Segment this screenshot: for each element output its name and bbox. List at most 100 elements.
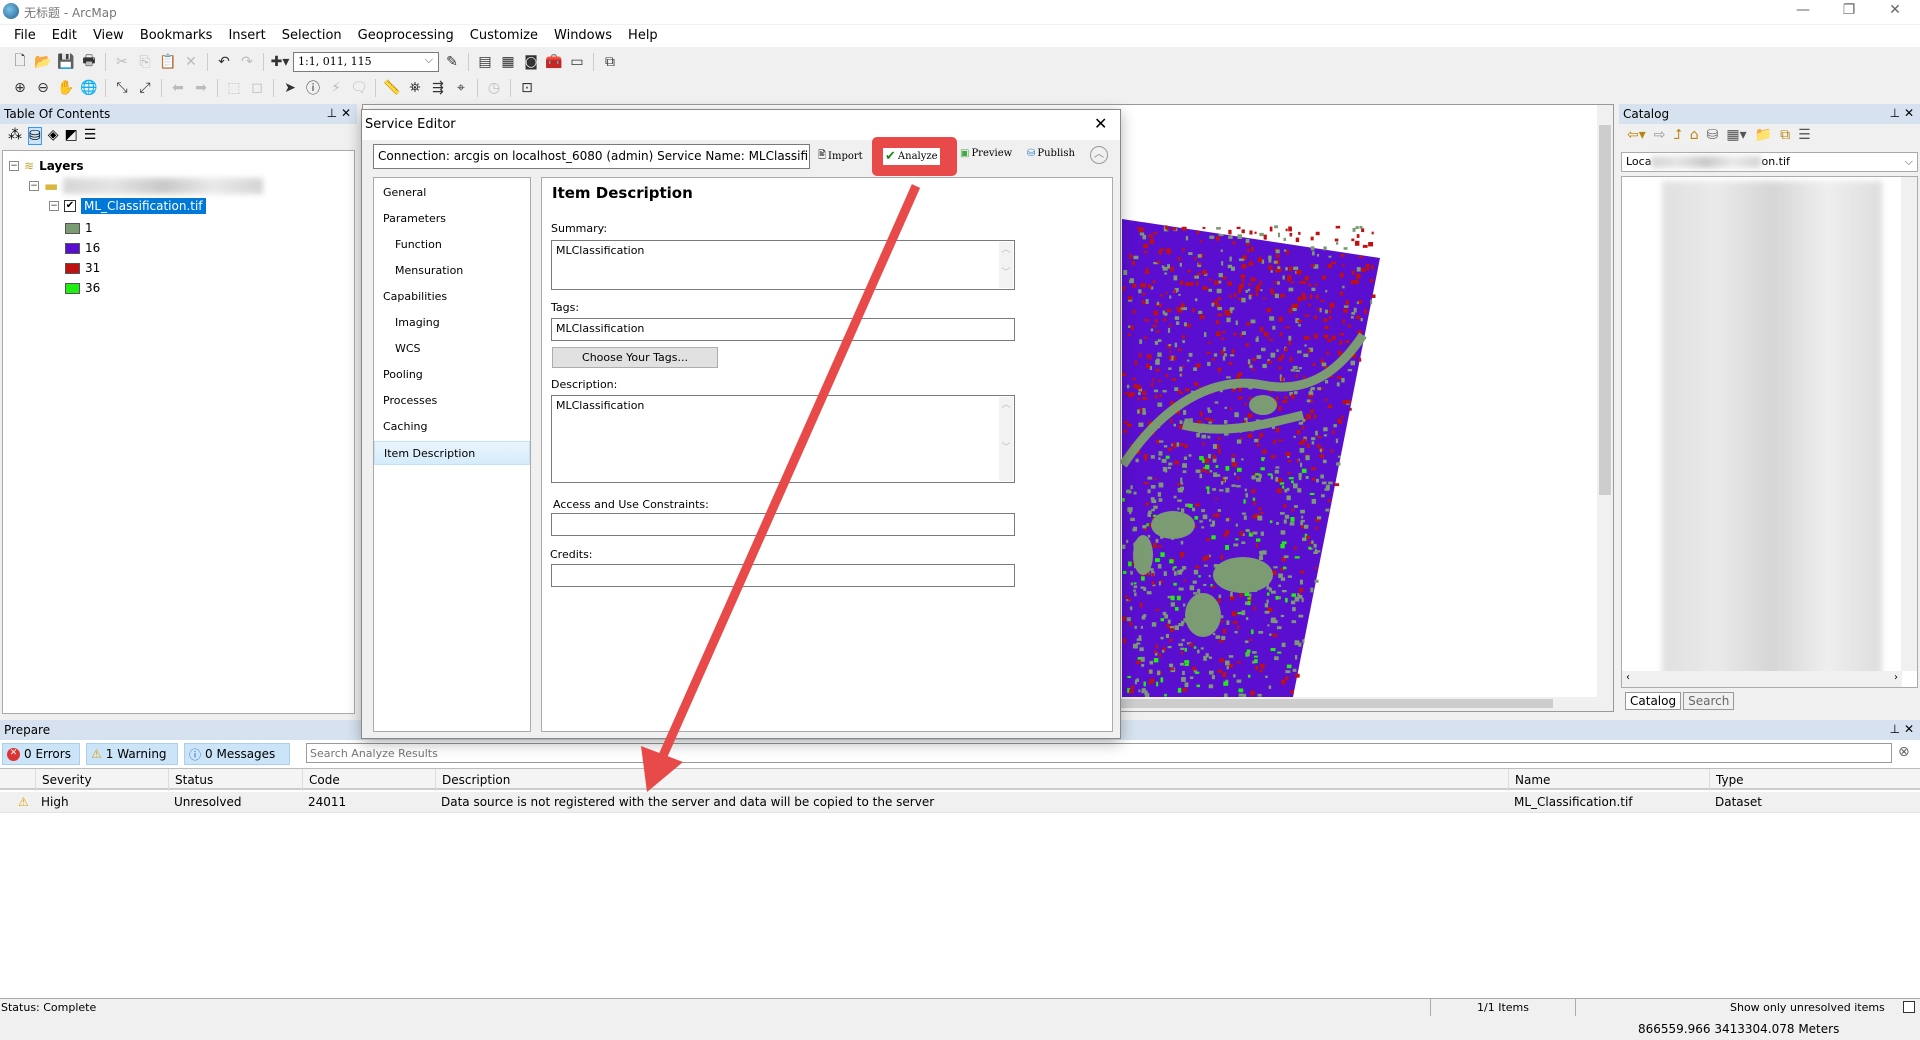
list-by-selection-icon[interactable]: ◩ bbox=[65, 127, 78, 145]
nav-item-pooling[interactable]: Pooling bbox=[374, 363, 530, 387]
fixed-zoom-in-icon[interactable]: ⤡ bbox=[112, 78, 132, 98]
column-header-status[interactable]: Status bbox=[168, 769, 219, 791]
list-by-source-icon[interactable]: ⛁ bbox=[28, 127, 42, 145]
new-document-icon[interactable]: 🗋 bbox=[10, 52, 30, 72]
catalog-tree[interactable]: ‹ › bbox=[1621, 176, 1918, 688]
summary-textarea[interactable]: MLClassification ︿ ﹀ bbox=[551, 240, 1015, 290]
toggle-contents-icon[interactable]: ⧉ bbox=[1780, 127, 1790, 143]
column-header-name[interactable]: Name bbox=[1508, 769, 1556, 791]
back-icon[interactable]: ⇦▾ bbox=[1627, 127, 1646, 143]
table-row[interactable]: ⚠ High Unresolved 24011 Data source is not … bbox=[0, 792, 1920, 813]
search-window-icon[interactable]: ◙ bbox=[521, 52, 541, 72]
menu-bookmarks[interactable]: Bookmarks bbox=[132, 25, 221, 47]
collapse-icon[interactable]: − bbox=[9, 161, 19, 171]
select-features-icon[interactable]: ⬚ bbox=[224, 78, 244, 98]
up-one-level-icon[interactable]: ⮥ bbox=[1674, 127, 1682, 143]
find-icon[interactable]: ⛯ bbox=[405, 78, 425, 98]
menu-customize[interactable]: Customize bbox=[462, 25, 546, 47]
menu-edit[interactable]: Edit bbox=[44, 25, 85, 47]
options-icon[interactable]: ☰ bbox=[84, 127, 97, 145]
print-icon[interactable]: 🖶 bbox=[79, 52, 99, 72]
layer-visibility-checkbox[interactable]: ✔ bbox=[64, 200, 76, 212]
nav-item-function[interactable]: Function bbox=[374, 233, 530, 257]
chevron-down-icon[interactable]: ⌵ bbox=[425, 53, 433, 67]
minimize-button[interactable]: — bbox=[1783, 2, 1823, 18]
python-window-icon[interactable]: ▭ bbox=[567, 52, 587, 72]
messages-filter[interactable]: ⓘ 0 Messages bbox=[184, 743, 290, 765]
menu-geoprocessing[interactable]: Geoprocessing bbox=[350, 25, 462, 47]
connect-folder-icon[interactable]: 📁 bbox=[1755, 127, 1772, 143]
go-to-xy-icon[interactable]: ⌖ bbox=[451, 78, 471, 98]
nav-item-caching[interactable]: Caching bbox=[374, 415, 530, 439]
pin-close-icons[interactable]: ⊥ ✕ bbox=[327, 106, 351, 120]
find-route-icon[interactable]: ⇶ bbox=[428, 78, 448, 98]
nav-item-parameters[interactable]: Parameters bbox=[374, 207, 530, 231]
catalog-hscroll[interactable]: ‹ › bbox=[1622, 671, 1902, 687]
column-header-code[interactable]: Code bbox=[302, 769, 346, 791]
copy-icon[interactable]: ⎘ bbox=[135, 52, 155, 72]
menu-help[interactable]: Help bbox=[620, 25, 666, 47]
nav-item-processes[interactable]: Processes bbox=[374, 389, 530, 413]
collapse-chevron-icon[interactable]: ︿ bbox=[1090, 146, 1108, 164]
preview-button[interactable]: ▣ Preview bbox=[960, 148, 1012, 159]
catalog-window-icon[interactable]: ▦ bbox=[498, 52, 518, 72]
nav-item-item-description[interactable]: Item Description bbox=[374, 441, 530, 465]
cut-icon[interactable]: ✂ bbox=[112, 52, 132, 72]
location-combobox[interactable]: Loca on.tif ⌵ bbox=[1621, 152, 1918, 172]
open-icon[interactable]: 📂 bbox=[33, 52, 53, 72]
column-header-type[interactable]: Type bbox=[1709, 769, 1750, 791]
dialog-close-button[interactable]: ✕ bbox=[1094, 114, 1107, 133]
restore-button[interactable]: ❐ bbox=[1829, 2, 1869, 18]
nav-item-imaging[interactable]: Imaging bbox=[374, 311, 530, 335]
default-geodatabase-icon[interactable]: ⛁ bbox=[1707, 127, 1719, 143]
html-popup-icon[interactable]: 🗨 bbox=[349, 78, 369, 98]
clear-selection-icon[interactable]: ◻ bbox=[247, 78, 267, 98]
forward-icon[interactable]: ⇨ bbox=[1654, 127, 1666, 143]
pan-icon[interactable]: ✋ bbox=[56, 78, 76, 98]
views-icon[interactable]: ▦▾ bbox=[1726, 127, 1746, 143]
column-header-description[interactable]: Description bbox=[435, 769, 516, 791]
menu-windows[interactable]: Windows bbox=[546, 25, 620, 47]
import-button[interactable]: 🖹 Import bbox=[818, 148, 863, 165]
tab-search[interactable]: Search bbox=[1683, 692, 1735, 710]
nav-item-wcs[interactable]: WCS bbox=[374, 337, 530, 361]
forward-extent-icon[interactable]: ➡ bbox=[191, 78, 211, 98]
select-elements-icon[interactable]: ➤ bbox=[280, 78, 300, 98]
nav-item-capabilities[interactable]: Capabilities bbox=[374, 285, 530, 309]
identify-icon[interactable]: ⓘ bbox=[303, 78, 323, 98]
pin-close-icons[interactable]: ⊥ ✕ bbox=[1890, 722, 1914, 736]
home-icon[interactable]: ⌂ bbox=[1690, 127, 1699, 143]
menu-view[interactable]: View bbox=[85, 25, 132, 47]
paste-icon[interactable]: 📋 bbox=[158, 52, 178, 72]
zoom-in-icon[interactable]: ⊕ bbox=[10, 78, 30, 98]
access-constraints-input[interactable] bbox=[551, 513, 1015, 536]
summary-scrollbar[interactable]: ︿ ﹀ bbox=[999, 242, 1013, 288]
menu-selection[interactable]: Selection bbox=[274, 25, 350, 47]
layer-node[interactable]: − ✔ ML_Classification.tif bbox=[49, 197, 206, 215]
layer-name[interactable]: ML_Classification.tif bbox=[81, 198, 206, 214]
model-builder-icon[interactable]: ⧉ bbox=[600, 52, 620, 72]
publish-button[interactable]: ⛁ Publish bbox=[1027, 148, 1075, 159]
editor-toolbar-icon[interactable]: ✎ bbox=[442, 52, 462, 72]
description-textarea[interactable]: MLClassification ︿ ﹀ bbox=[551, 395, 1015, 483]
catalog-vscroll[interactable] bbox=[1901, 177, 1917, 671]
full-extent-icon[interactable]: 🌐 bbox=[79, 78, 99, 98]
description-scrollbar[interactable]: ︿ ﹀ bbox=[999, 397, 1013, 481]
map-vertical-scrollbar[interactable] bbox=[1597, 105, 1613, 697]
create-viewer-icon[interactable]: ⊡ bbox=[517, 78, 537, 98]
delete-icon[interactable]: ✕ bbox=[181, 52, 201, 72]
menu-file[interactable]: File bbox=[6, 25, 44, 47]
hyperlink-icon[interactable]: ⚡ bbox=[326, 78, 346, 98]
credits-input[interactable] bbox=[551, 564, 1015, 587]
back-extent-icon[interactable]: ⬅ bbox=[168, 78, 188, 98]
choose-tags-button[interactable]: Choose Your Tags... bbox=[552, 347, 718, 368]
analyze-button[interactable]: ✔ Analyze bbox=[883, 148, 940, 165]
tags-input[interactable]: MLClassification bbox=[551, 318, 1015, 341]
list-by-visibility-icon[interactable]: ◈ bbox=[48, 127, 59, 145]
search-analyze-results-input[interactable] bbox=[306, 743, 1892, 763]
options-icon[interactable]: ☰ bbox=[1798, 127, 1811, 143]
time-slider-icon[interactable]: ◷ bbox=[484, 78, 504, 98]
toc-window-icon[interactable]: ▤ bbox=[475, 52, 495, 72]
folder-node[interactable]: − ▬ bbox=[29, 177, 264, 195]
redo-icon[interactable]: ↷ bbox=[237, 52, 257, 72]
